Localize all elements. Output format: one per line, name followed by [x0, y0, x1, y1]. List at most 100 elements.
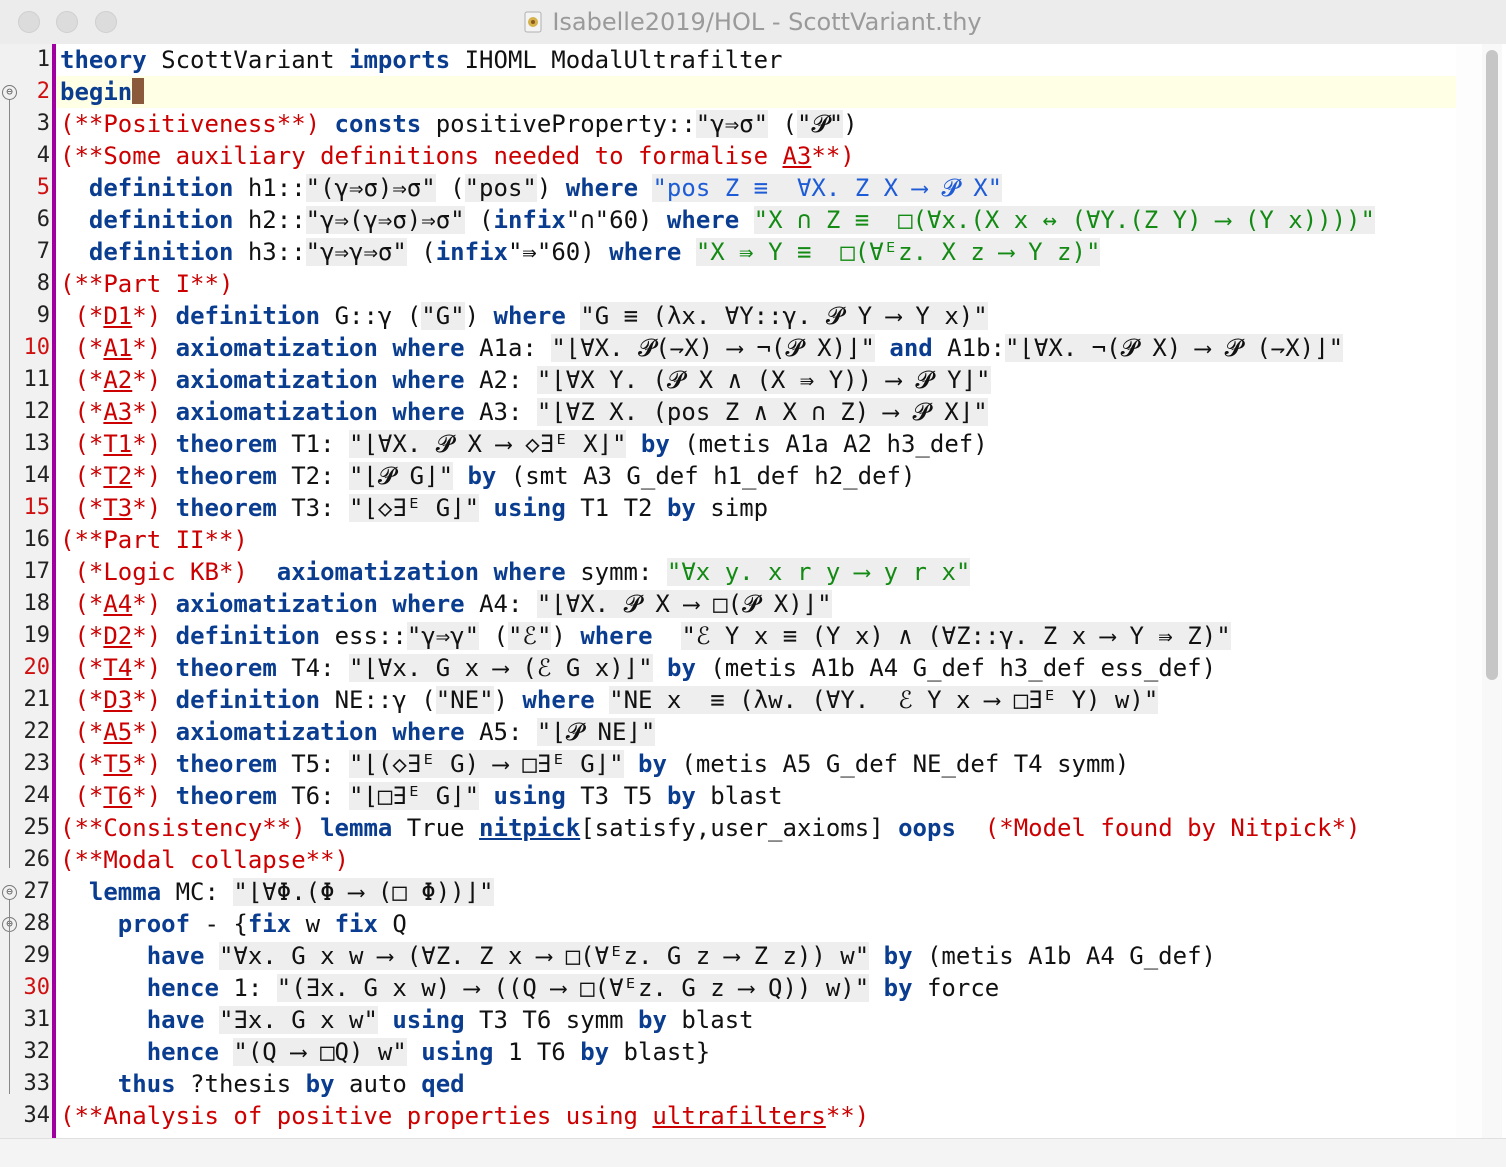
code-editor[interactable]: 1 2 ⊖ 3 4 5 6 7 8 9 10 11 12 13 14 15 16 17 18 19 20 21 22 23 24… [0, 44, 1506, 1138]
horizontal-scroll-area[interactable] [0, 1138, 1506, 1167]
code-token: "(∃x. G x w) ⟶ ((Q ⟶ □(∀ᴱz. G z ⟶ Q)) w)… [276, 974, 870, 1002]
line-number: 6 [36, 207, 50, 232]
code-token: A2 [103, 366, 133, 394]
line-number: 32 [23, 1039, 51, 1064]
code-token: infix [435, 238, 508, 266]
code-token: "⌊(◇∃ᴱ G) ⟶ □∃ᴱ G⌋" [349, 750, 624, 778]
code-line[interactable]: (*T2*) theorem T2: "⌊𝓟 G⌋" by (smt A3 G_… [56, 460, 1456, 492]
code-token: symm: [565, 558, 667, 586]
code-token: (*Model found by Nitpick*) [984, 814, 1361, 842]
code-token: fix [334, 910, 378, 938]
code-line-text: (*T3*) theorem T3: "⌊◇∃ᴱ G⌋" using T1 T2… [60, 492, 768, 524]
code-area[interactable]: theory ScottVariant imports IHOML ModalU… [56, 44, 1456, 1138]
code-line[interactable]: (**Part II**) [56, 524, 1456, 556]
code-token: (**Some auxiliary definitions needed to … [60, 142, 783, 170]
scrollbar-thumb[interactable] [1486, 50, 1498, 680]
code-line[interactable]: (*D1*) definition G::γ ("G") where "G ≡ … [56, 300, 1456, 332]
code-line[interactable]: lemma MC: "⌊∀Φ.(Φ ⟶ (□ Φ))⌋" [56, 876, 1456, 908]
code-line[interactable]: (*A3*) axiomatization where A3: "⌊∀Z X. … [56, 396, 1456, 428]
code-token: definition [88, 206, 234, 234]
code-line-text: (*T1*) theorem T1: "⌊∀X. 𝓟 X ⟶ ◇∃ᴱ X⌋" b… [60, 428, 988, 460]
line-number: 5 [36, 175, 50, 200]
code-line[interactable]: (*Logic KB*) axiomatization where symm: … [56, 556, 1456, 588]
code-token: ( [435, 174, 465, 202]
code-line[interactable]: (*T1*) theorem T1: "⌊∀X. 𝓟 X ⟶ ◇∃ᴱ X⌋" b… [56, 428, 1456, 460]
code-line[interactable]: (*A1*) axiomatization where A1a: "⌊∀X. 𝓟… [56, 332, 1456, 364]
code-line[interactable]: theory ScottVariant imports IHOML ModalU… [56, 44, 1456, 76]
code-line[interactable]: (*A2*) axiomatization where A2: "⌊∀X Y. … [56, 364, 1456, 396]
code-token: by [305, 1070, 335, 1098]
code-line[interactable]: have "∀x. G x w ⟶ (∀Z. Z x ⟶ □(∀ᴱz. G z … [56, 940, 1456, 972]
code-token: "γ⇒σ" [695, 110, 769, 138]
code-token: (* [60, 462, 104, 490]
line-number: 14 [23, 463, 51, 488]
window-title: Isabelle2019/HOL - ScottVariant.thy [552, 8, 982, 36]
code-token: T3 [103, 494, 133, 522]
code-token: T6 [103, 782, 133, 810]
code-token: T4: [276, 654, 350, 682]
code-token: T4 [103, 654, 133, 682]
code-token: "⇛"60) [507, 238, 610, 266]
code-token: True [392, 814, 480, 842]
code-token: definition [175, 622, 321, 650]
code-token: ess:: [320, 622, 407, 650]
code-token: definition [175, 686, 321, 714]
code-line[interactable]: definition h2::"γ⇒(γ⇒σ)⇒σ" (infix"∩"60) … [56, 204, 1456, 236]
code-line[interactable]: (*D2*) definition ess::"γ⇒γ" ("ℰ") where… [56, 620, 1456, 652]
code-token: oops [898, 814, 956, 842]
code-line[interactable]: begin [56, 76, 1456, 108]
code-line[interactable]: (*T6*) theorem T6: "⌊□∃ᴱ G⌋" using T3 T5… [56, 780, 1456, 812]
code-token: G::γ ( [320, 302, 422, 330]
code-token: ( [479, 622, 508, 650]
code-token: (* [60, 398, 104, 426]
code-token: ?thesis [175, 1070, 306, 1098]
code-line-text: (*D1*) definition G::γ ("G") where "G ≡ … [60, 300, 988, 332]
code-line[interactable]: hence "(Q ⟶ □Q) w" using 1 T6 by blast} [56, 1036, 1456, 1068]
code-line[interactable]: (**Consistency**) lemma True nitpick[sat… [56, 812, 1456, 844]
code-line[interactable]: (**Some auxiliary definitions needed to … [56, 140, 1456, 172]
window-title-container: Isabelle2019/HOL - ScottVariant.thy [0, 8, 1506, 36]
code-token: axiomatization [175, 718, 378, 746]
code-token: (**Consistency**) [60, 814, 321, 842]
code-line-text: theory ScottVariant imports IHOML ModalU… [60, 44, 783, 76]
code-line[interactable]: (**Modal collapse**) [56, 844, 1456, 876]
code-line[interactable]: thus ?thesis by auto qed [56, 1068, 1456, 1100]
fold-toggle-icon[interactable]: ⊖ [2, 85, 17, 100]
code-line[interactable]: hence 1: "(∃x. G x w) ⟶ ((Q ⟶ □(∀ᴱz. G z… [56, 972, 1456, 1004]
code-line[interactable]: (*T4*) theorem T4: "⌊∀x. G x ⟶ (ℰ G x)⌋"… [56, 652, 1456, 684]
code-token: blast [666, 1006, 754, 1034]
code-line[interactable]: proof - {fix w fix Q [56, 908, 1456, 940]
code-line[interactable]: (*A4*) axiomatization where A4: "⌊∀X. 𝓟 … [56, 588, 1456, 620]
code-line[interactable]: (*D3*) definition NE::γ ("NE") where "NE… [56, 684, 1456, 716]
code-token: definition [175, 302, 321, 330]
code-line[interactable]: (**Positiveness**) consts positiveProper… [56, 108, 1456, 140]
code-line[interactable]: (*A5*) axiomatization where A5: "⌊𝓟 NE⌋" [56, 716, 1456, 748]
code-line[interactable]: (*T3*) theorem T3: "⌊◇∃ᴱ G⌋" using T1 T2… [56, 492, 1456, 524]
code-line[interactable]: (*T5*) theorem T5: "⌊(◇∃ᴱ G) ⟶ □∃ᴱ G⌋" b… [56, 748, 1456, 780]
code-line[interactable]: have "∃x. G x w" using T3 T6 symm by bla… [56, 1004, 1456, 1036]
code-token: T2: [276, 462, 350, 490]
code-token: axiomatization [175, 590, 378, 618]
code-line[interactable]: (**Analysis of positive properties using… [56, 1100, 1456, 1132]
code-token: imports [349, 46, 451, 74]
code-token: *) [132, 654, 176, 682]
code-line-text: hence "(Q ⟶ □Q) w" using 1 T6 by blast} [60, 1036, 710, 1068]
code-line[interactable]: definition h3::"γ⇒γ⇒σ" (infix"⇛"60) wher… [56, 236, 1456, 268]
code-line-text: (**Analysis of positive properties using… [60, 1100, 869, 1132]
vertical-scrollbar[interactable] [1482, 44, 1502, 1138]
fold-toggle-icon[interactable]: ⊖ [2, 885, 17, 900]
code-line[interactable]: definition h1::"(γ⇒σ)⇒σ" ("pos") where "… [56, 172, 1456, 204]
code-token: simp [695, 494, 769, 522]
code-line[interactable]: (**Part I**) [56, 268, 1456, 300]
code-token: nitpick [479, 814, 581, 842]
code-token: (* [60, 430, 104, 458]
code-token: h1:: [233, 174, 306, 202]
